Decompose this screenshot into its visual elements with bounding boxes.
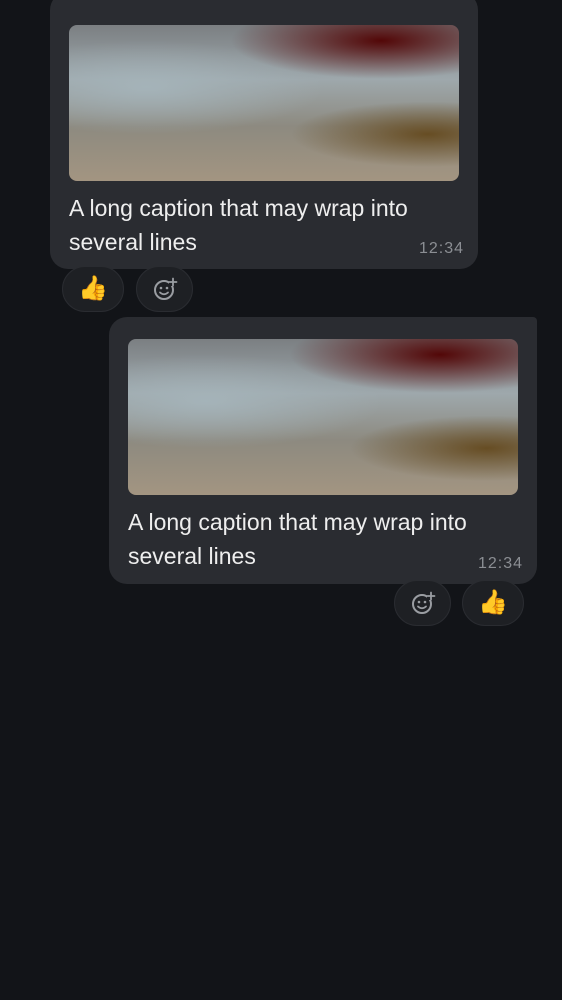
message-bubble-outgoing[interactable]: A long caption that may wrap into severa… (109, 317, 537, 584)
message-timestamp: 12:34 (477, 555, 523, 572)
add-reaction-icon (411, 591, 435, 614)
thumbs-up-icon: 👍 (78, 275, 108, 302)
message-caption: A long caption that may wrap into severa… (128, 509, 467, 569)
message-image[interactable] (128, 339, 518, 495)
message-timestamp: 12:34 (418, 240, 464, 257)
message-caption: A long caption that may wrap into severa… (69, 195, 408, 255)
reaction-chip[interactable]: 👍 (62, 266, 124, 312)
add-reaction-button[interactable] (136, 266, 193, 312)
reaction-chip[interactable]: 👍 (462, 580, 524, 626)
add-reaction-button[interactable] (394, 580, 451, 626)
thumbs-up-icon: 👍 (478, 589, 508, 616)
message-bubble-incoming[interactable]: A long caption that may wrap into severa… (50, 0, 478, 269)
message-image[interactable] (69, 25, 459, 181)
add-reaction-icon (153, 277, 177, 300)
